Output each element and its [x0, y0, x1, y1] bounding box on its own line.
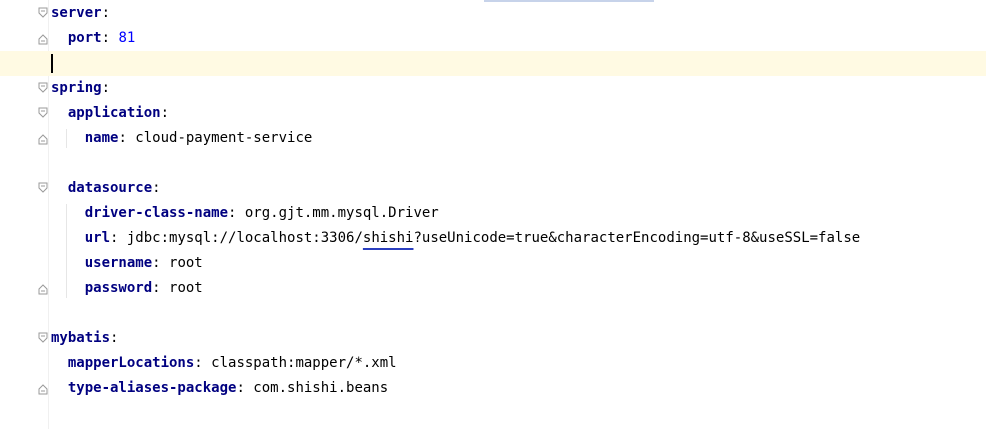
yaml-key: application — [67, 105, 161, 121]
fold-close-icon[interactable] — [38, 283, 48, 295]
yaml-value: ?useUnicode=true&characterEncoding=utf-8… — [413, 230, 861, 246]
yaml-separator: : — [101, 30, 119, 46]
yaml-line-datasource[interactable]: datasource: — [51, 176, 161, 201]
yaml-line-mapperLocations[interactable]: mapperLocations: classpath:mapper/*.xml — [51, 351, 397, 376]
yaml-value: 81 — [118, 30, 136, 46]
yaml-line-application[interactable]: application: — [51, 101, 169, 126]
yaml-key: url — [84, 230, 111, 246]
yaml-line-password[interactable]: password: root — [51, 276, 203, 301]
yaml-key: mapperLocations — [67, 355, 195, 371]
yaml-key: port — [67, 30, 102, 46]
yaml-key: password — [84, 280, 153, 296]
yaml-key: mybatis — [51, 330, 111, 346]
yaml-line-driver-class-name[interactable]: driver-class-name: org.gjt.mm.mysql.Driv… — [51, 201, 439, 226]
yaml-key: server — [51, 5, 102, 21]
yaml-line-name[interactable]: name: cloud-payment-service — [51, 126, 313, 151]
yaml-value: jdbc:mysql://localhost:3306/ — [126, 230, 363, 246]
spelling-flagged-word: shishi — [362, 230, 414, 246]
fold-open-icon[interactable] — [38, 182, 48, 194]
yaml-separator: : — [101, 5, 111, 21]
scroll-position-marker — [484, 0, 654, 2]
indent-guide — [66, 204, 67, 298]
yaml-separator: : — [101, 80, 111, 96]
yaml-line-mybatis[interactable]: mybatis: — [51, 326, 118, 351]
yaml-key: spring — [51, 80, 102, 96]
yaml-line-url[interactable]: url: jdbc:mysql://localhost:3306/shishi?… — [51, 226, 860, 251]
yaml-line-username[interactable]: username: root — [51, 251, 203, 276]
yaml-value: root — [169, 255, 203, 271]
fold-open-icon[interactable] — [38, 82, 48, 94]
yaml-key: type-aliases-package — [67, 380, 237, 396]
yaml-key: name — [84, 130, 119, 146]
yaml-separator: : — [228, 205, 245, 221]
yaml-key: username — [84, 255, 153, 271]
yaml-line-server[interactable]: server: — [51, 1, 110, 26]
yaml-value: root — [169, 280, 203, 296]
yaml-key: driver-class-name — [84, 205, 229, 221]
fold-close-icon[interactable] — [38, 383, 48, 395]
yaml-separator: : — [110, 330, 119, 346]
yaml-separator: : — [152, 255, 170, 271]
yaml-separator: : — [160, 105, 170, 121]
text-caret — [51, 54, 53, 73]
yaml-value: classpath:mapper/*.xml — [211, 355, 397, 371]
yaml-separator: : — [194, 355, 212, 371]
fold-open-icon[interactable] — [38, 7, 48, 19]
yaml-separator: : — [118, 130, 136, 146]
yaml-separator: : — [152, 280, 170, 296]
yaml-value: org.gjt.mm.mysql.Driver — [244, 205, 439, 221]
yaml-separator: : — [152, 180, 161, 196]
indent-guide — [66, 129, 67, 148]
fold-open-icon[interactable] — [38, 107, 48, 119]
fold-open-icon[interactable] — [38, 332, 48, 344]
yaml-separator: : — [110, 230, 127, 246]
fold-close-icon[interactable] — [38, 33, 48, 45]
current-line-highlight — [0, 51, 986, 76]
yaml-line-spring[interactable]: spring: — [51, 76, 110, 101]
yaml-key: datasource — [67, 180, 153, 196]
yaml-value: com.shishi.beans — [253, 380, 389, 396]
yaml-value: cloud-payment-service — [135, 130, 313, 146]
yaml-line-port[interactable]: port: 81 — [51, 26, 135, 51]
yaml-line-type-aliases-package[interactable]: type-aliases-package: com.shishi.beans — [51, 376, 388, 401]
yaml-separator: : — [236, 380, 254, 396]
fold-close-icon[interactable] — [38, 133, 48, 145]
